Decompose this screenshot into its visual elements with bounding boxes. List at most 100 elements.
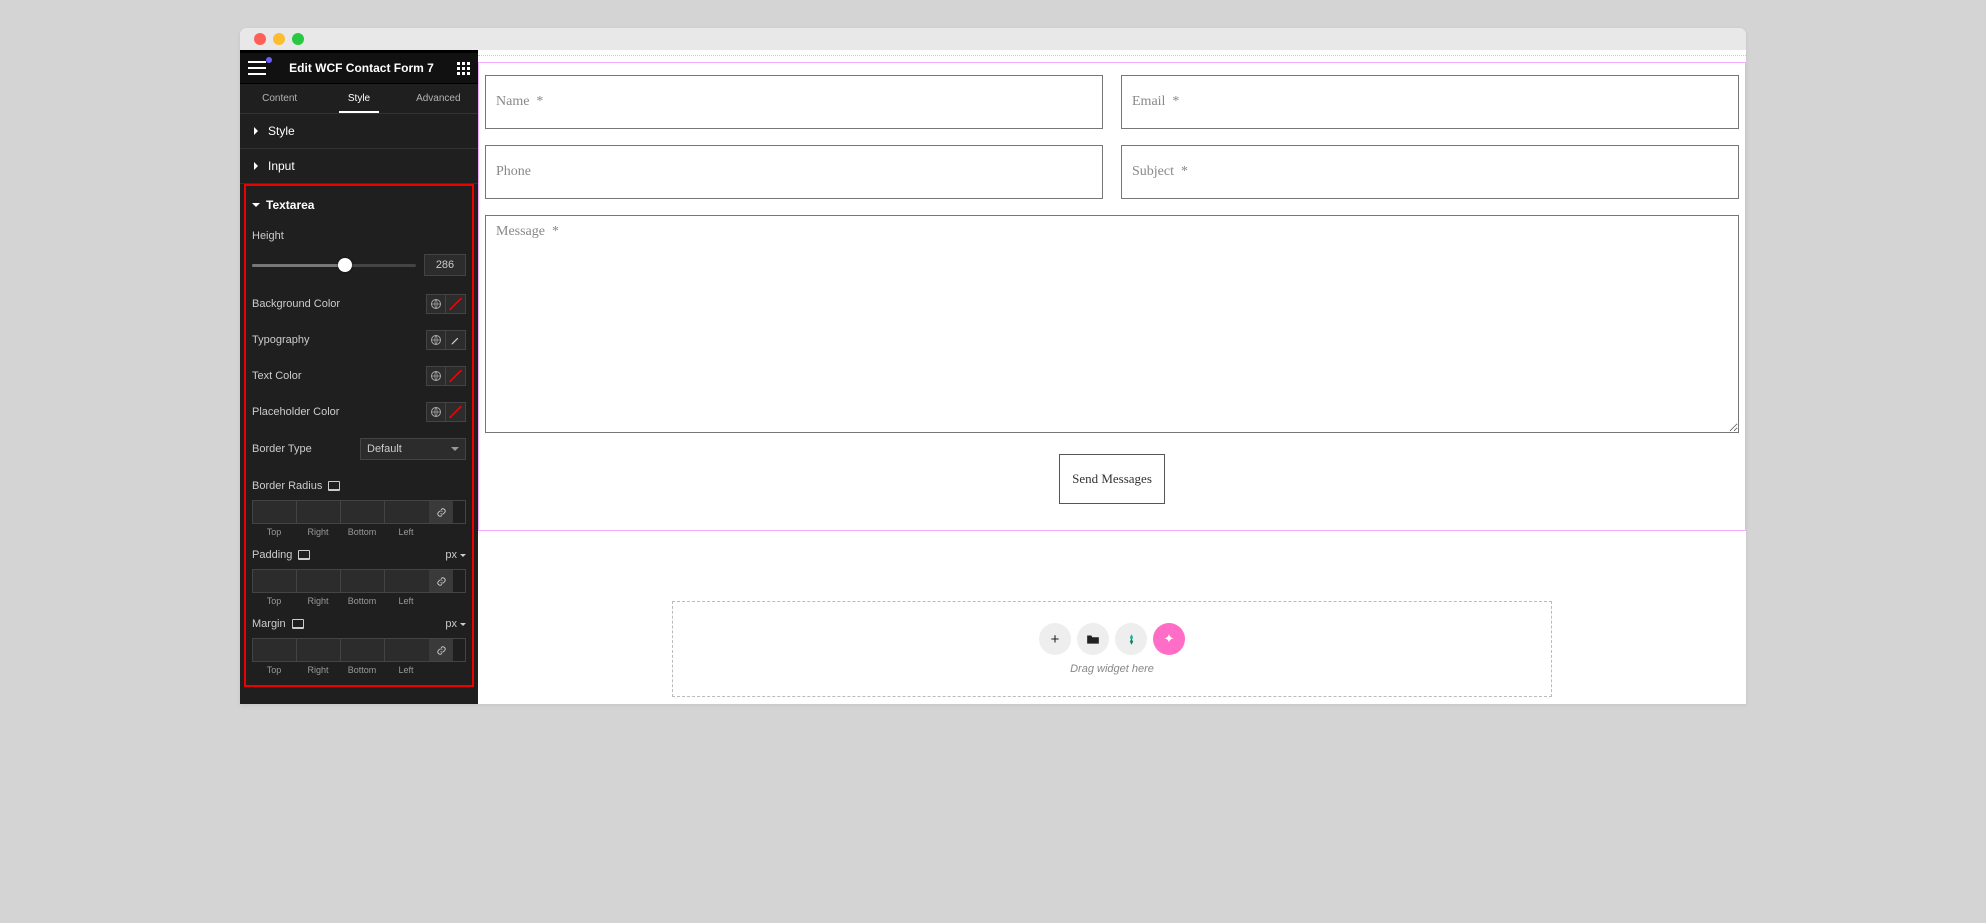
minimize-window-button[interactable] [273, 33, 285, 45]
tab-style[interactable]: Style [319, 84, 398, 114]
maximize-window-button[interactable] [292, 33, 304, 45]
global-color-button[interactable] [426, 294, 446, 314]
form-row-2 [479, 145, 1745, 199]
global-typography-button[interactable] [426, 330, 446, 350]
section-style: Style [240, 114, 478, 149]
border-type-select-wrap: Default [360, 438, 466, 460]
phone-input[interactable] [485, 145, 1103, 199]
padding-left[interactable] [385, 570, 429, 592]
message-field-wrap [485, 215, 1739, 438]
app-body: Edit WCF Contact Form 7 Content Style Ad… [240, 50, 1746, 704]
plus-icon: + [1051, 631, 1060, 648]
margin-left[interactable] [385, 639, 429, 661]
placeholder-color-picker-button[interactable] [446, 402, 466, 422]
responsive-desktop-icon[interactable] [328, 481, 340, 491]
margin-inputs [252, 638, 466, 662]
height-slider-thumb[interactable] [338, 258, 352, 272]
border-radius-bottom[interactable] [341, 501, 385, 523]
border-radius-labels: TopRightBottomLeft [252, 527, 466, 537]
typography-label: Typography [252, 334, 309, 346]
border-radius-left[interactable] [385, 501, 429, 523]
macos-titlebar [240, 28, 1746, 50]
add-section-button[interactable]: + [1039, 623, 1071, 655]
padding-bottom[interactable] [341, 570, 385, 592]
tab-content[interactable]: Content [240, 84, 319, 114]
panel-tabs: Content Style Advanced [240, 84, 478, 114]
caret-right-icon [254, 127, 262, 135]
section-style-label: Style [268, 124, 295, 138]
padding-right[interactable] [297, 570, 341, 592]
height-slider-fill [252, 264, 345, 267]
sidebar-header: Edit WCF Contact Form 7 [240, 50, 478, 84]
send-messages-button[interactable]: Send Messages [1059, 454, 1165, 504]
control-margin: Margin px T [252, 606, 466, 675]
height-slider-track[interactable] [252, 264, 416, 267]
tab-advanced[interactable]: Advanced [399, 84, 478, 114]
padding-labels: TopRightBottomLeft [252, 596, 466, 606]
padding-unit[interactable]: px [445, 549, 466, 561]
responsive-desktop-icon[interactable] [292, 619, 304, 629]
editor-canvas: Send Messages + ✦ Dra [478, 50, 1746, 704]
browser-window: Edit WCF Contact Form 7 Content Style Ad… [240, 28, 1746, 704]
email-input[interactable] [1121, 75, 1739, 129]
control-typography: Typography [252, 322, 466, 358]
border-radius-link-button[interactable] [429, 501, 453, 523]
padding-top[interactable] [253, 570, 297, 592]
global-text-color-button[interactable] [426, 366, 446, 386]
dropzone-hint: Drag widget here [1070, 663, 1154, 675]
close-window-button[interactable] [254, 33, 266, 45]
pencil-icon [450, 335, 461, 346]
border-type-label: Border Type [252, 443, 312, 455]
control-placeholder-color: Placeholder Color [252, 394, 466, 430]
section-style-header[interactable]: Style [240, 114, 478, 148]
add-template-button[interactable] [1077, 623, 1109, 655]
section-input-header[interactable]: Input [240, 149, 478, 183]
contact-form-widget[interactable]: Send Messages [478, 62, 1746, 531]
border-type-select[interactable]: Default [360, 438, 466, 460]
elementor-sidebar: Edit WCF Contact Form 7 Content Style Ad… [240, 50, 478, 704]
caret-right-icon [254, 162, 262, 170]
name-input[interactable] [485, 75, 1103, 129]
margin-right[interactable] [297, 639, 341, 661]
padding-inputs [252, 569, 466, 593]
text-color-label: Text Color [252, 370, 302, 382]
responsive-desktop-icon[interactable] [298, 550, 310, 560]
notification-dot-icon [266, 57, 272, 63]
global-placeholder-color-button[interactable] [426, 402, 446, 422]
control-text-color: Text Color [252, 358, 466, 394]
placeholder-color-actions [426, 402, 466, 422]
border-radius-top[interactable] [253, 501, 297, 523]
section-textarea-label: Textarea [266, 198, 314, 212]
margin-top[interactable] [253, 639, 297, 661]
section-input-label: Input [268, 159, 295, 173]
padding-link-button[interactable] [429, 570, 453, 592]
typography-actions [426, 330, 466, 350]
message-textarea[interactable] [485, 215, 1739, 433]
height-input[interactable] [424, 254, 466, 276]
widgets-grid-icon[interactable] [457, 62, 470, 75]
dropzone-actions: + ✦ [1039, 623, 1185, 655]
globe-icon [430, 370, 442, 382]
margin-bottom[interactable] [341, 639, 385, 661]
bg-color-picker-button[interactable] [446, 294, 466, 314]
placeholder-color-label: Placeholder Color [252, 406, 339, 418]
link-icon [436, 645, 447, 656]
margin-link-button[interactable] [429, 639, 453, 661]
subject-input[interactable] [1121, 145, 1739, 199]
typography-edit-button[interactable] [446, 330, 466, 350]
section-textarea-highlighted: Textarea Height Background Color [244, 184, 474, 687]
text-color-picker-button[interactable] [446, 366, 466, 386]
border-radius-right[interactable] [297, 501, 341, 523]
empty-section-dropzone[interactable]: + ✦ Drag widget here [672, 601, 1552, 697]
control-border-type: Border Type Default [252, 430, 466, 468]
add-flexbox-button[interactable] [1115, 623, 1147, 655]
section-input: Input [240, 149, 478, 184]
margin-unit[interactable]: px [445, 618, 466, 630]
hamburger-menu-icon[interactable] [248, 61, 266, 75]
add-ai-button[interactable]: ✦ [1153, 623, 1185, 655]
link-icon [436, 576, 447, 587]
link-icon [436, 507, 447, 518]
section-textarea-header[interactable]: Textarea [252, 188, 466, 222]
globe-icon [430, 334, 442, 346]
section-divider [478, 54, 1746, 56]
